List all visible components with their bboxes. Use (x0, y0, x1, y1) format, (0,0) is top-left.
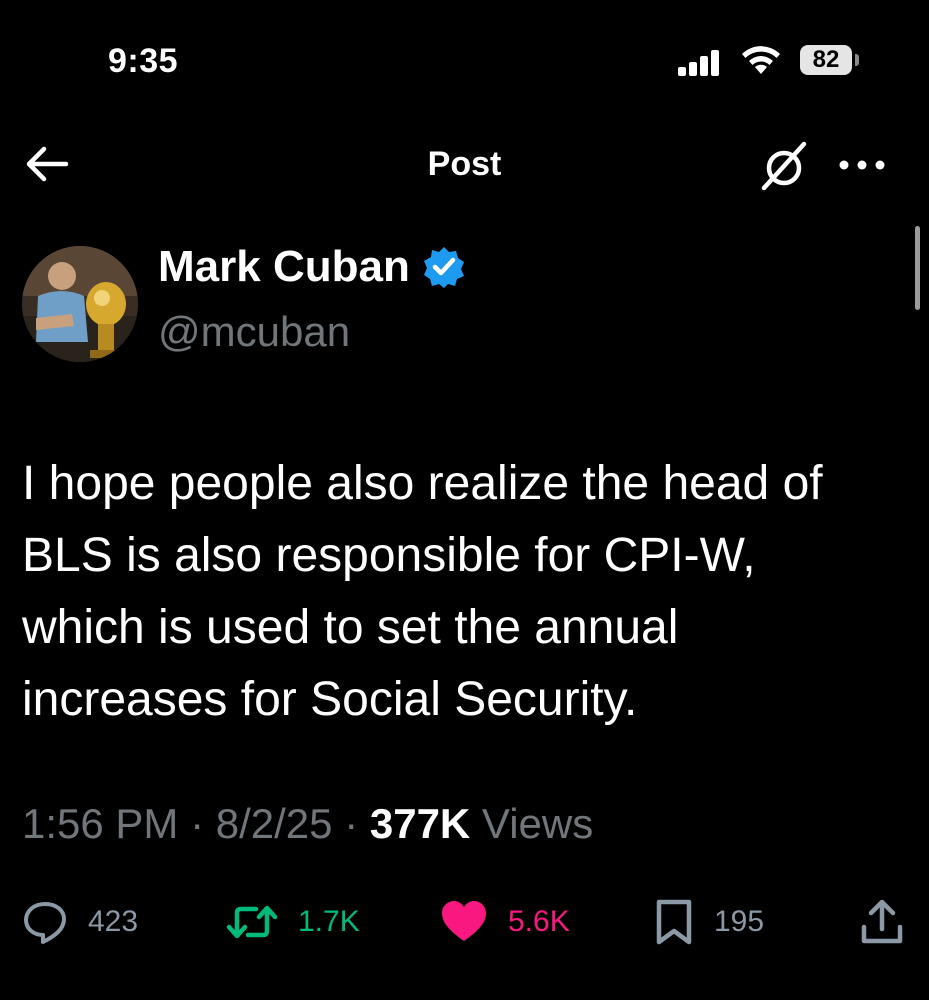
grok-icon[interactable] (756, 138, 812, 194)
reply-button[interactable]: 423 (22, 898, 138, 946)
avatar[interactable] (22, 246, 138, 362)
tweet-time: 1:56 PM (22, 800, 179, 847)
tweet-line: BLS is also responsible for CPI-W, (22, 529, 756, 582)
repost-count: 1.7K (298, 905, 360, 938)
meta-separator: · (332, 800, 370, 847)
battery-nub (855, 54, 859, 66)
share-icon (861, 899, 903, 944)
tweet-date: 8/2/25 (215, 800, 333, 847)
tweet-meta: 1:56 PM · 8/2/25 · 377K Views (22, 800, 593, 848)
tweet-line: which is used to set the annual (22, 601, 679, 654)
share-button[interactable] (860, 898, 904, 946)
bookmark-button[interactable]: 195 (654, 898, 764, 946)
heart-icon (442, 901, 486, 941)
verified-badge-icon (423, 247, 464, 288)
bookmark-icon (656, 899, 692, 945)
cellular-signal-icon (678, 50, 728, 76)
reply-icon (24, 902, 66, 944)
bookmark-count: 195 (714, 905, 765, 938)
like-count: 5.6K (508, 905, 570, 938)
views-count[interactable]: 377K (370, 800, 470, 847)
tweet-line: increases for Social Security. (22, 673, 638, 726)
views-label: Views (470, 800, 594, 847)
wifi-icon (742, 46, 780, 74)
reply-count: 423 (88, 905, 139, 938)
meta-separator: · (178, 800, 216, 847)
repost-button[interactable]: 1.7K (226, 898, 360, 946)
author-name-row[interactable]: Mark Cuban (158, 242, 466, 292)
tweet-text: I hope people also realize the head of B… (22, 448, 902, 736)
author-name[interactable]: Mark Cuban (158, 242, 410, 292)
status-bar-time: 9:35 (108, 42, 179, 80)
more-dots-icon[interactable] (836, 150, 888, 180)
tweet-line: I hope people also realize the head of (22, 457, 823, 510)
repost-icon (226, 905, 278, 939)
like-button[interactable]: 5.6K (440, 898, 570, 946)
author-handle[interactable]: @mcuban (158, 308, 350, 356)
scrollbar[interactable] (915, 226, 920, 310)
battery-indicator: 82 (800, 45, 852, 75)
